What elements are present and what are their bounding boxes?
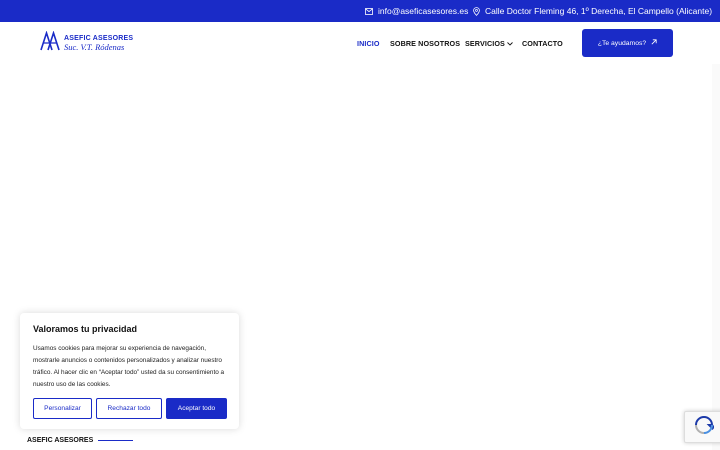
- chevron-down-icon: [507, 39, 513, 48]
- nav-item-servicios-label: SERVICIOS: [465, 38, 505, 48]
- address-text: Calle Doctor Fleming 46, 1º Derecha, El …: [485, 6, 713, 16]
- section-label-divider: [98, 440, 134, 441]
- nav-item-sobre-nosotros[interactable]: SOBRE NOSOTROS: [390, 22, 460, 64]
- cookie-button-group: Personalizar Rechazar todo Aceptar todo: [33, 398, 227, 419]
- reject-all-button[interactable]: Rechazar todo: [96, 398, 162, 419]
- nav-item-contacto[interactable]: CONTACTO: [522, 22, 563, 64]
- help-cta-label: ¿Te ayudamos?: [597, 39, 647, 47]
- help-cta-button[interactable]: ¿Te ayudamos?: [582, 29, 673, 57]
- recaptcha-badge[interactable]: [684, 411, 720, 443]
- cookie-title: Valoramos tu privacidad: [33, 324, 138, 334]
- logo-name: ASEFIC ASESORES: [64, 34, 134, 42]
- section-label-text: ASEFIC ASESORES: [27, 437, 94, 444]
- cookie-consent-banner: Valoramos tu privacidad Usamos cookies p…: [20, 313, 239, 429]
- site-logo[interactable]: ASEFIC ASESORES Suc. V.T. Ródenas: [40, 29, 134, 56]
- email-link[interactable]: info@aseficasesores.es: [365, 0, 468, 22]
- arrow-up-right-icon: [651, 39, 657, 47]
- accept-all-button[interactable]: Aceptar todo: [166, 398, 227, 419]
- address-link[interactable]: Calle Doctor Fleming 46, 1º Derecha, El …: [473, 0, 712, 22]
- section-label: ASEFIC ASESORES: [27, 437, 134, 444]
- logo-subtitle: Suc. V.T. Ródenas: [64, 41, 125, 52]
- top-info-bar: info@aseficasesores.es Calle Doctor Flem…: [0, 0, 720, 22]
- nav-item-servicios[interactable]: SERVICIOS: [465, 22, 513, 64]
- page-scrollbar[interactable]: [712, 64, 720, 450]
- logo-monogram-icon: [40, 29, 60, 56]
- cookie-description: Usamos cookies para mejorar su experienc…: [33, 345, 225, 388]
- main-header: ASEFIC ASESORES Suc. V.T. Ródenas INICIO…: [0, 22, 720, 64]
- nav-item-inicio[interactable]: INICIO: [357, 22, 380, 64]
- email-text: info@aseficasesores.es: [378, 6, 469, 16]
- location-pin-icon: [473, 6, 480, 16]
- mail-icon: [365, 7, 373, 15]
- customize-cookies-button[interactable]: Personalizar: [33, 398, 92, 419]
- recaptcha-icon: [694, 415, 716, 440]
